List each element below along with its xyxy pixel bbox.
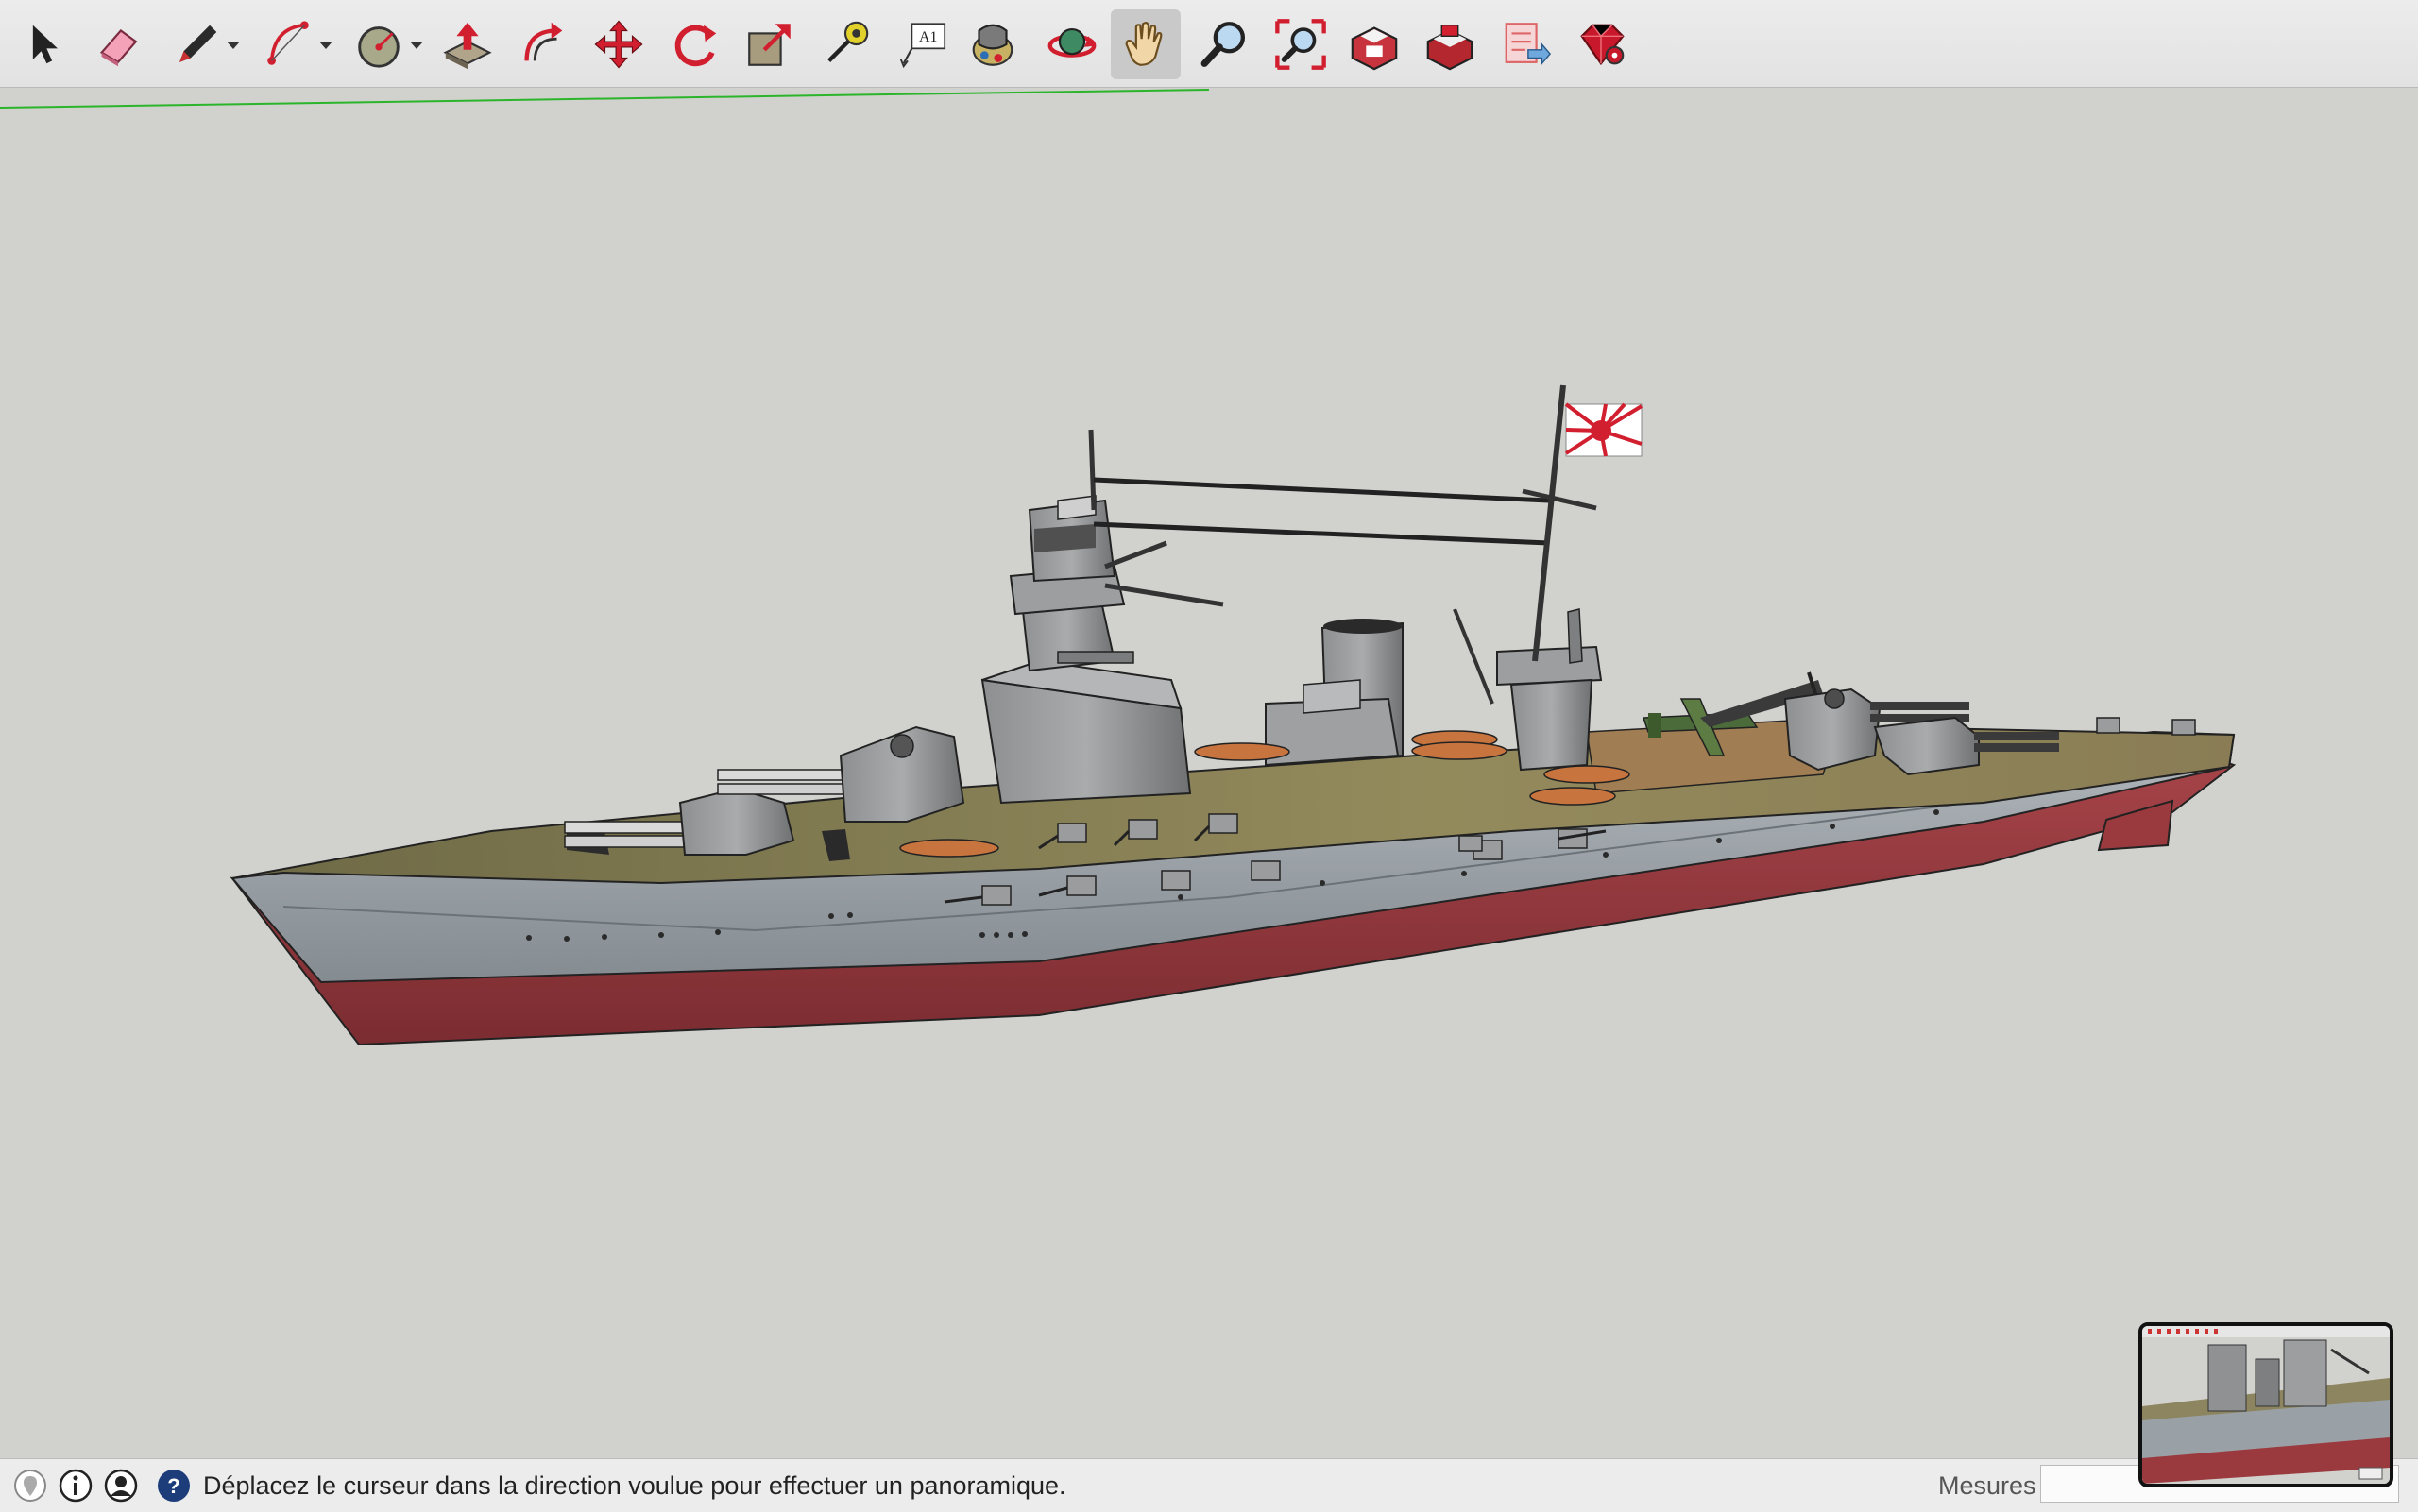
rising-sun-flag: [1564, 402, 1643, 457]
svg-text:?: ?: [167, 1474, 179, 1498]
3d-warehouse-button[interactable]: [1339, 9, 1409, 79]
snapshot-thumbnail[interactable]: [2138, 1322, 2393, 1487]
zoom-extents-icon: [1275, 19, 1326, 70]
line-tool-button[interactable]: [162, 9, 232, 79]
pan-tool-button[interactable]: [1111, 9, 1181, 79]
paint-bucket-tool-button[interactable]: [958, 9, 1028, 79]
tape-measure-icon: [827, 21, 869, 62]
arrow-pointer-icon: [32, 25, 58, 64]
circle-shape-icon: [358, 26, 400, 68]
hand-icon: [1125, 22, 1163, 66]
orbit-icon: [1047, 27, 1097, 58]
move-tool-button[interactable]: [584, 9, 654, 79]
eraser-tool-button[interactable]: [83, 9, 153, 79]
funnel: [1265, 619, 1404, 767]
line-tool-menu-caret[interactable]: [227, 42, 240, 49]
magnifier-icon: [1200, 22, 1246, 67]
thumbnail-preview: [2142, 1326, 2390, 1484]
tape-measure-tool-button[interactable]: [810, 9, 880, 79]
layout-icon: [1505, 23, 1552, 66]
shape-tool-button[interactable]: [344, 9, 414, 79]
foremast: [1088, 429, 1097, 511]
measures-label: Mesures: [1938, 1471, 2036, 1500]
help-icon[interactable]: ?: [157, 1469, 191, 1503]
orbit-tool-button[interactable]: [1037, 9, 1107, 79]
shape-tool-menu-caret[interactable]: [410, 42, 423, 49]
scale-icon: [748, 24, 791, 66]
zoom-extents-tool-button[interactable]: [1266, 9, 1336, 79]
status-bar: ? Déplacez le curseur dans la direction …: [0, 1458, 2418, 1512]
credits-info-icon[interactable]: [59, 1469, 93, 1503]
extension-warehouse-icon: [1426, 24, 1473, 71]
arc-tool-button[interactable]: [253, 9, 323, 79]
battleship-model[interactable]: [0, 88, 2418, 1457]
arc-tool-menu-caret[interactable]: [319, 42, 332, 49]
ruby-console-button[interactable]: [1566, 9, 1636, 79]
rotate-icon: [674, 25, 717, 67]
forward-turret-a: [564, 787, 795, 856]
text-tool-label: A1: [919, 29, 938, 45]
rigging-wires: [1093, 477, 1550, 546]
warehouse-icon: [1351, 26, 1398, 71]
zoom-tool-button[interactable]: [1190, 9, 1260, 79]
bridge-tower: [980, 495, 1224, 805]
text-tool-button[interactable]: A1: [888, 9, 958, 79]
arc-icon: [267, 21, 309, 65]
user-account-icon[interactable]: [104, 1469, 138, 1503]
mainmast: [1532, 384, 1566, 662]
move-arrows-icon: [594, 20, 643, 69]
push-pull-icon: [443, 22, 492, 70]
offset-tool-button[interactable]: [508, 9, 578, 79]
geo-location-icon[interactable]: [13, 1469, 47, 1503]
scale-tool-button[interactable]: [735, 9, 805, 79]
model-viewport[interactable]: [0, 88, 2418, 1457]
main-toolbar: A1: [0, 0, 2418, 88]
rotate-tool-button[interactable]: [659, 9, 729, 79]
extension-warehouse-button[interactable]: [1415, 9, 1485, 79]
pencil-icon: [179, 25, 217, 62]
select-tool-button[interactable]: [8, 9, 77, 79]
status-message: Déplacez le curseur dans la direction vo…: [203, 1471, 1066, 1500]
send-to-layout-button[interactable]: [1490, 9, 1560, 79]
push-pull-tool-button[interactable]: [433, 9, 502, 79]
offset-icon: [524, 22, 563, 61]
ruby-gem-icon: [1580, 24, 1625, 66]
paint-bucket-icon: [972, 24, 1013, 66]
text-label-icon: A1: [899, 23, 946, 69]
eraser-icon: [99, 29, 138, 67]
